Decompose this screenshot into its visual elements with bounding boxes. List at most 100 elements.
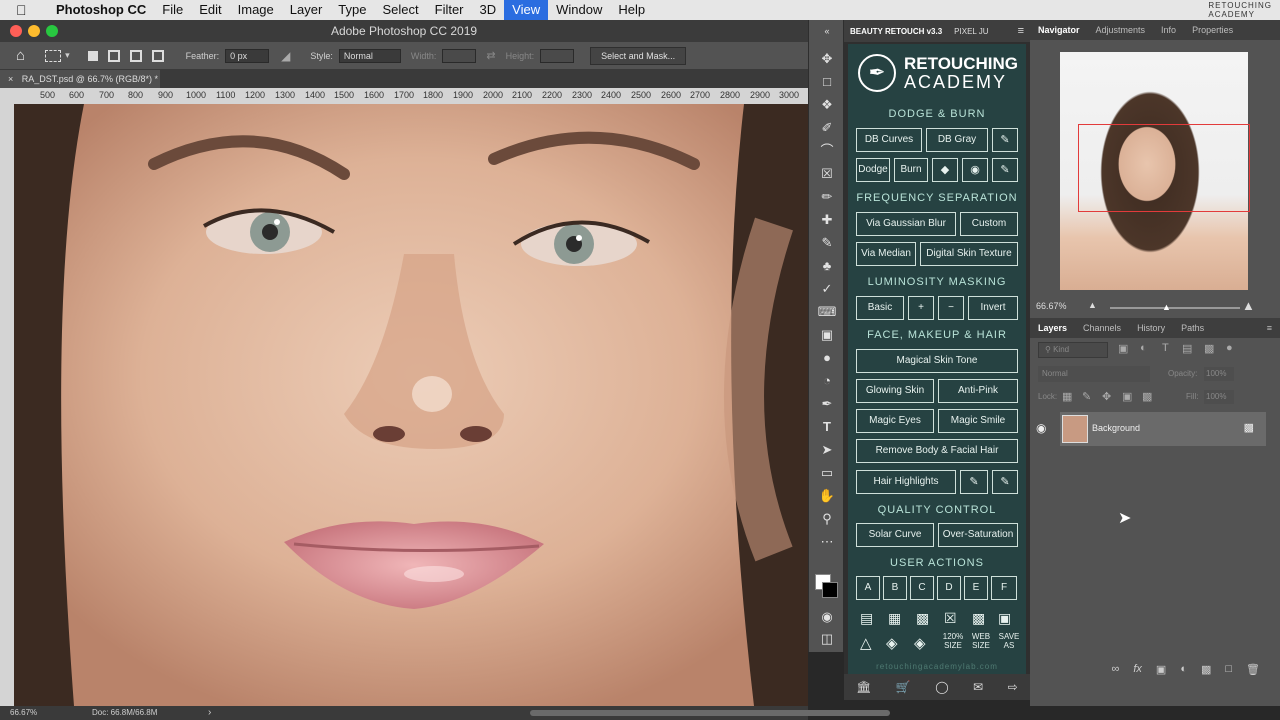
menu-view[interactable]: View bbox=[504, 0, 549, 20]
tab-paths[interactable]: Paths bbox=[1173, 323, 1212, 333]
marquee-tool-icon[interactable]: □ bbox=[817, 73, 837, 91]
plus-button[interactable]: + bbox=[908, 296, 934, 320]
menu-layer[interactable]: Layer bbox=[282, 0, 331, 20]
minus-button[interactable]: − bbox=[938, 296, 964, 320]
home-icon[interactable]: ⌂ bbox=[16, 47, 25, 64]
save-as-button[interactable]: SAVE AS bbox=[996, 632, 1022, 650]
blend-mode-select[interactable]: Normal bbox=[1038, 366, 1150, 382]
user-action-a-button[interactable]: A bbox=[856, 576, 880, 600]
tab-beauty-retouch[interactable]: BEAUTY RETOUCH v3.3 bbox=[850, 27, 942, 36]
screen-mode-icon[interactable]: ◫ bbox=[817, 630, 837, 648]
marquee-tool-preset-icon[interactable] bbox=[45, 49, 62, 62]
type-tool-icon[interactable]: T bbox=[817, 418, 837, 436]
image-canvas[interactable] bbox=[14, 104, 808, 706]
chevron-down-icon[interactable]: ▾ bbox=[65, 50, 70, 61]
status-menu-arrow[interactable]: › bbox=[208, 707, 211, 718]
swap-icon[interactable]: ⇄ bbox=[486, 49, 495, 62]
eraser-tool-icon[interactable]: ⌨ bbox=[817, 303, 837, 321]
zoom-tool-icon[interactable]: ⚲ bbox=[817, 510, 837, 528]
dodge-tool-icon[interactable]: ◔ bbox=[817, 372, 837, 390]
zoom-in-icon[interactable]: ▲ bbox=[1242, 298, 1255, 313]
brush-tool-icon[interactable]: ✎ bbox=[817, 234, 837, 252]
move-tool-icon[interactable]: ✥ bbox=[817, 50, 837, 68]
retouching-academy-url[interactable]: retouchingacademylab.com bbox=[848, 662, 1026, 671]
triangle-icon[interactable]: △ bbox=[860, 634, 872, 652]
user-action-c-button[interactable]: C bbox=[910, 576, 934, 600]
solar-curve-button[interactable]: Solar Curve bbox=[856, 523, 934, 547]
stamp-tool-icon[interactable]: ♣ bbox=[817, 257, 837, 275]
layer-visibility-eye-icon[interactable]: ◉ bbox=[1036, 421, 1046, 435]
basic-button[interactable]: Basic bbox=[856, 296, 904, 320]
tab-channels[interactable]: Channels bbox=[1075, 323, 1129, 333]
filter-smart-icon[interactable]: ▩ bbox=[1204, 342, 1214, 355]
lasso-tool-icon[interactable]: ❖ bbox=[817, 96, 837, 114]
anti-alias-icon[interactable]: ◢ bbox=[281, 49, 290, 63]
add-selection-icon[interactable] bbox=[107, 49, 120, 62]
history-brush-tool-icon[interactable]: ✓ bbox=[817, 280, 837, 298]
hair-highlights-button[interactable]: Hair Highlights bbox=[856, 470, 956, 494]
remove-body-facial-hair-button[interactable]: Remove Body & Facial Hair bbox=[856, 439, 1018, 463]
exit-icon[interactable]: ⇨ bbox=[1008, 680, 1018, 694]
layer-row-background[interactable]: ◉ Background ▩ bbox=[1036, 412, 1266, 446]
over-saturation-button[interactable]: Over-Saturation bbox=[938, 523, 1018, 547]
lock-pixels-icon[interactable]: ✎ bbox=[1082, 390, 1091, 403]
crop-tool-icon[interactable]: ⌒ bbox=[817, 142, 837, 160]
layer-fx-icon[interactable]: fx bbox=[1133, 663, 1142, 675]
subtract-selection-icon[interactable] bbox=[129, 49, 142, 62]
select-and-mask-button[interactable]: Select and Mask... bbox=[590, 46, 687, 65]
pen-tool-icon[interactable]: ✒ bbox=[817, 395, 837, 413]
layers-panel-menu-icon[interactable]: ≡ bbox=[1259, 323, 1280, 333]
layer-filter-kind[interactable]: ⚲ Kind bbox=[1038, 342, 1108, 358]
layers-icon[interactable]: ◈ bbox=[914, 634, 926, 652]
menu-select[interactable]: Select bbox=[374, 0, 426, 20]
new-group-icon[interactable]: ▩ bbox=[1201, 663, 1211, 676]
filter-adjustment-icon[interactable]: ◐ bbox=[1140, 342, 1147, 354]
feather-input[interactable]: 0 px bbox=[225, 48, 270, 63]
panel-menu-icon[interactable]: ≡ bbox=[1018, 25, 1024, 37]
menu-edit[interactable]: Edit bbox=[191, 0, 229, 20]
user-action-e-button[interactable]: E bbox=[964, 576, 988, 600]
user-action-d-button[interactable]: D bbox=[937, 576, 961, 600]
filter-pixel-icon[interactable]: ▣ bbox=[1118, 342, 1128, 355]
stack-icon[interactable]: ◈ bbox=[886, 634, 898, 652]
close-tab-icon[interactable]: × bbox=[8, 74, 13, 84]
zoom-slider-handle[interactable]: ▲ bbox=[1162, 302, 1171, 312]
brush-icon[interactable]: ✎ bbox=[992, 128, 1018, 152]
quick-select-tool-icon[interactable]: ✐ bbox=[817, 119, 837, 137]
cross-box-icon[interactable]: ☒ bbox=[944, 610, 957, 627]
document-tab[interactable]: × RA_DST.psd @ 66.7% (RGB/8*) * bbox=[0, 70, 160, 88]
pattern-icon[interactable]: ▩ bbox=[972, 610, 985, 627]
layers-diamond-icon[interactable]: ◆ bbox=[932, 158, 958, 182]
hand-tool-icon[interactable]: ✋ bbox=[817, 487, 837, 505]
instagram-icon[interactable]: ◯ bbox=[935, 680, 948, 694]
film-icon[interactable]: ▩ bbox=[916, 610, 929, 627]
grid-icon[interactable]: ▦ bbox=[888, 610, 901, 627]
close-window-icon[interactable] bbox=[10, 25, 22, 37]
collapse-toolbar-icon[interactable]: « bbox=[817, 22, 837, 40]
zoom-out-icon[interactable]: ▲ bbox=[1088, 300, 1097, 310]
status-zoom[interactable]: 66.67% bbox=[10, 708, 37, 717]
burn-button[interactable]: Burn bbox=[894, 158, 928, 182]
via-median-button[interactable]: Via Median bbox=[856, 242, 916, 266]
tab-adjustments[interactable]: Adjustments bbox=[1088, 25, 1154, 35]
magic-eyes-button[interactable]: Magic Eyes bbox=[856, 409, 934, 433]
menu-image[interactable]: Image bbox=[230, 0, 282, 20]
tab-pixel-juggler[interactable]: PIXEL JU bbox=[954, 27, 988, 36]
digital-skin-texture-button[interactable]: Digital Skin Texture bbox=[920, 242, 1018, 266]
tab-info[interactable]: Info bbox=[1153, 25, 1184, 35]
db-curves-button[interactable]: DB Curves bbox=[856, 128, 922, 152]
smart-object-icon[interactable]: ▣ bbox=[998, 610, 1011, 627]
brush-icon[interactable]: ✎ bbox=[992, 470, 1018, 494]
minimize-window-icon[interactable] bbox=[28, 25, 40, 37]
blur-tool-icon[interactable]: ● bbox=[817, 349, 837, 367]
gradient-tool-icon[interactable]: ▣ bbox=[817, 326, 837, 344]
new-adjustment-icon[interactable]: ◐ bbox=[1180, 663, 1187, 675]
lock-all-icon[interactable]: ▩ bbox=[1142, 390, 1152, 403]
db-gray-button[interactable]: DB Gray bbox=[926, 128, 988, 152]
width-input[interactable] bbox=[442, 48, 477, 63]
magical-skin-tone-button[interactable]: Magical Skin Tone bbox=[856, 349, 1018, 373]
navigator-view-box[interactable] bbox=[1078, 124, 1250, 212]
brush-icon[interactable]: ✎ bbox=[960, 470, 988, 494]
tab-layers[interactable]: Layers bbox=[1030, 323, 1075, 333]
menu-window[interactable]: Window bbox=[548, 0, 610, 20]
